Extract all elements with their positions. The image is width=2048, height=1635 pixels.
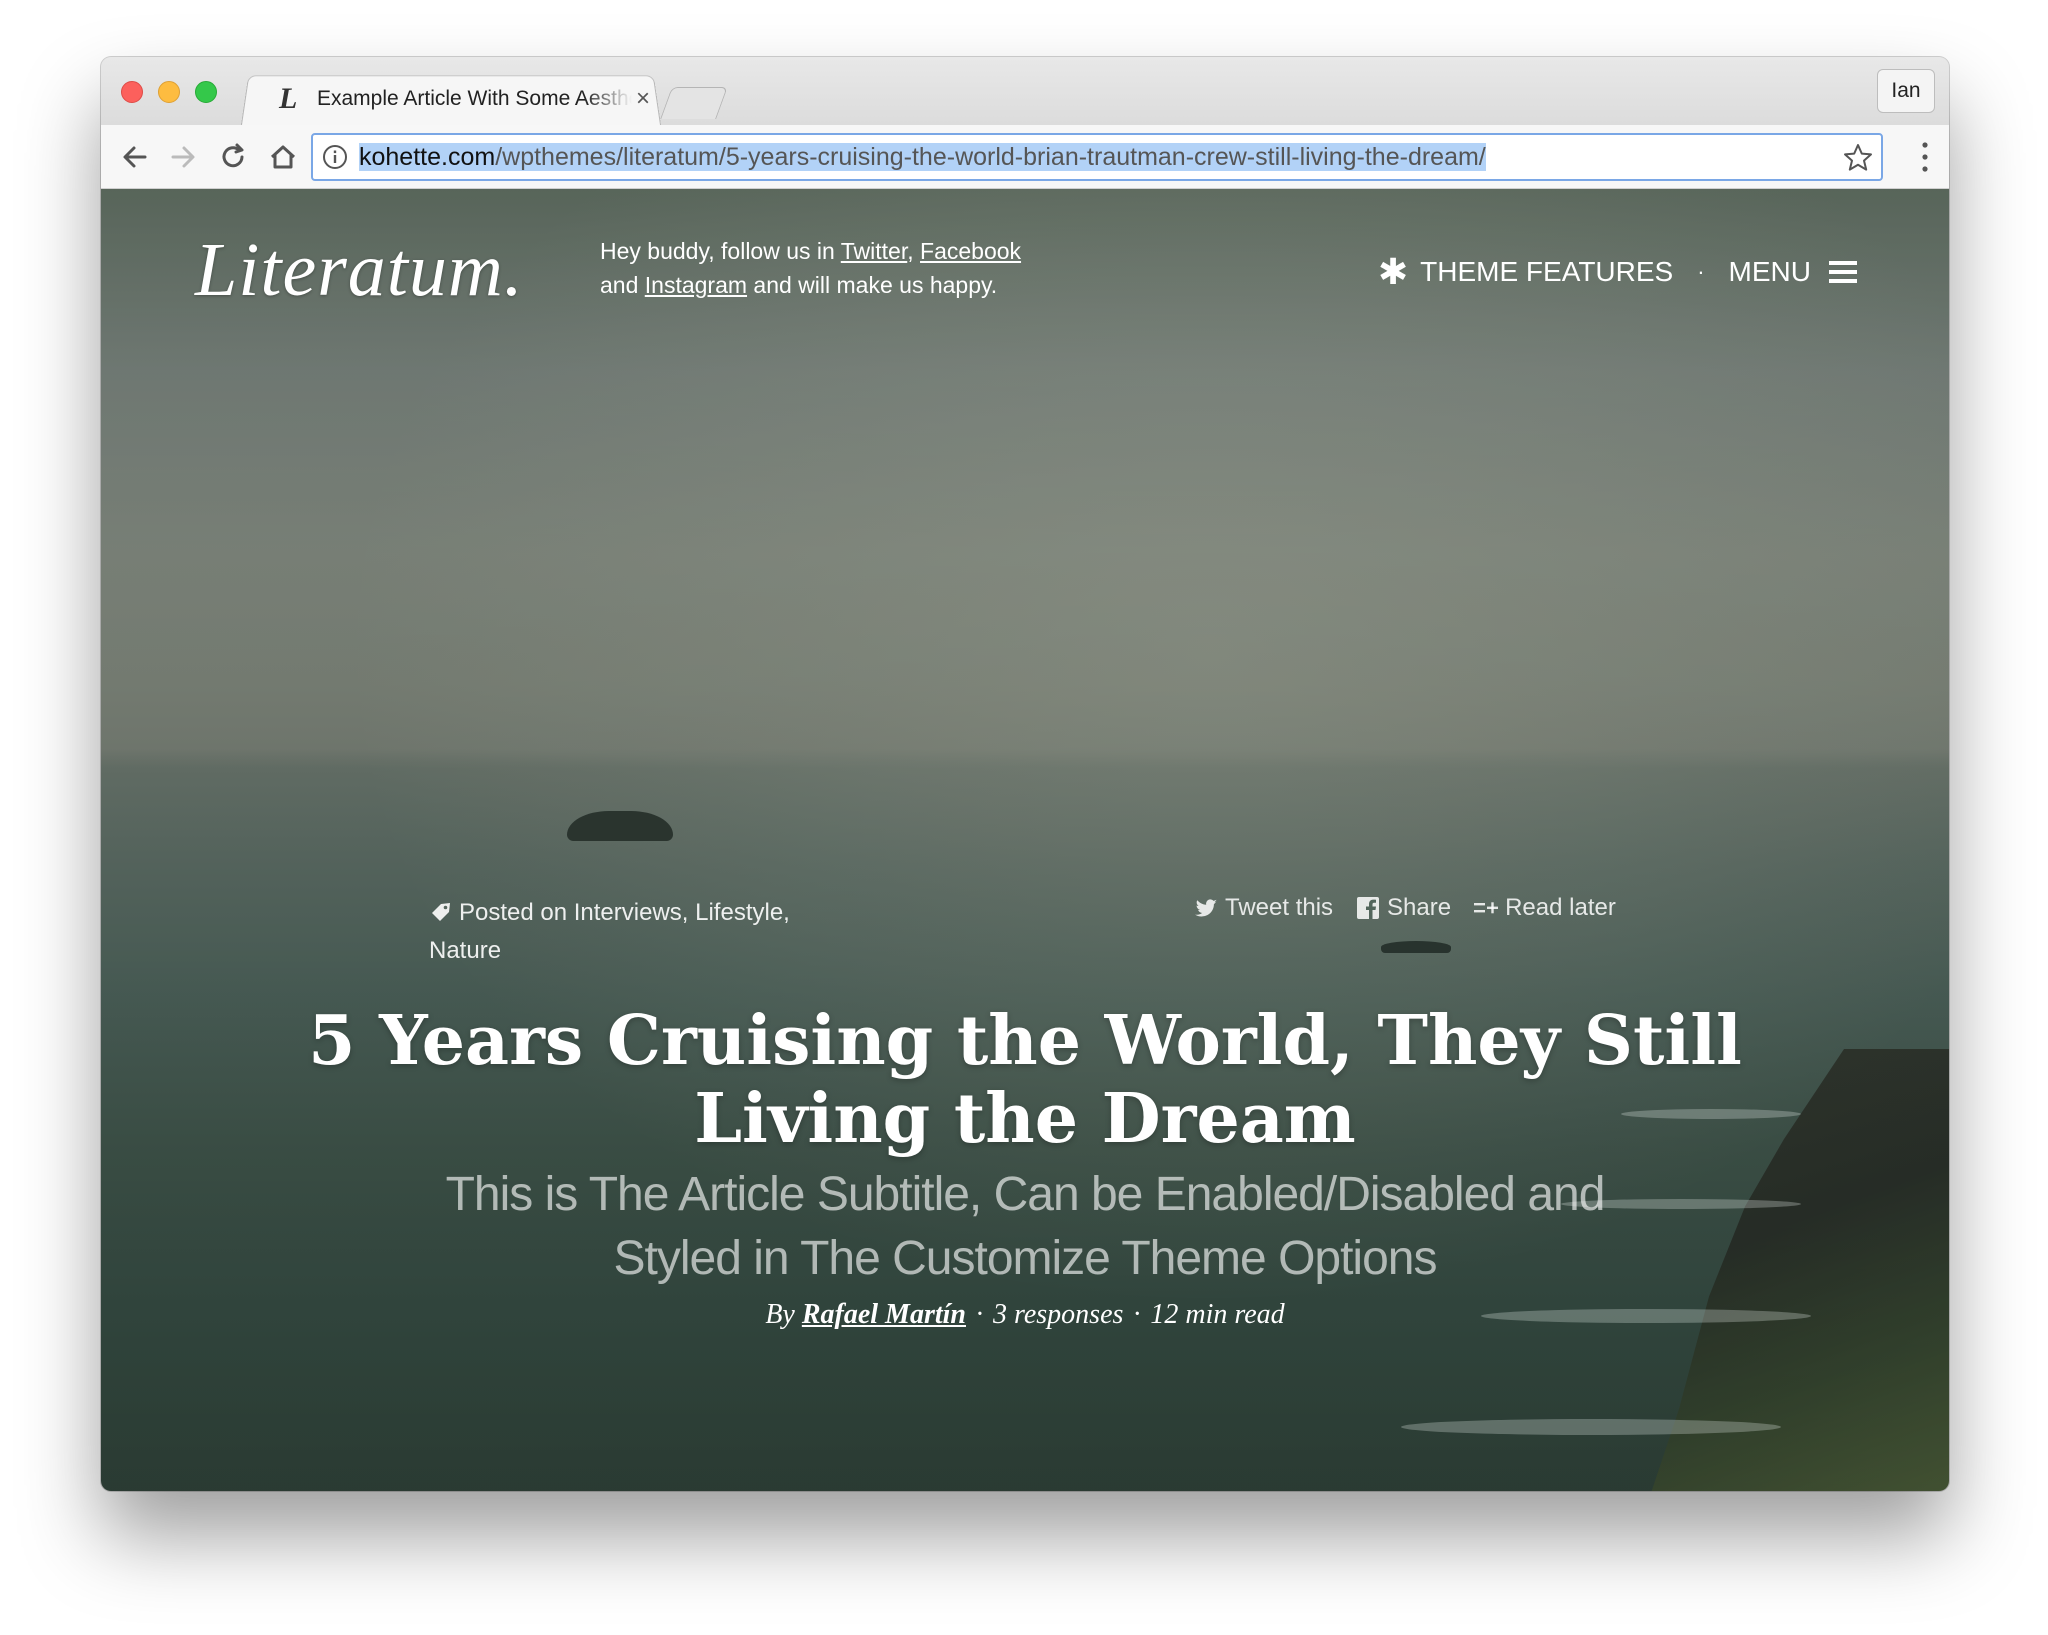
tweet-button[interactable]: Tweet this [1193, 894, 1333, 922]
responses-link[interactable]: 3 responses [993, 1299, 1123, 1330]
hamburger-icon[interactable] [1829, 261, 1857, 283]
home-button[interactable] [263, 137, 303, 177]
post-categories: Posted on Interviews, Lifestyle, Nature [429, 894, 849, 970]
tagline-prefix: Hey buddy, follow us in [600, 238, 841, 264]
facebook-share-button[interactable]: Share [1355, 894, 1451, 922]
article-byline: By Rafael Martín · 3 responses · 12 min read [101, 1299, 1949, 1331]
byline-separator: · [1133, 1299, 1141, 1330]
social-tagline: Hey buddy, follow us in Twitter, Faceboo… [600, 234, 1080, 302]
kebab-menu-icon[interactable] [1919, 139, 1931, 175]
author-link[interactable]: Rafael Martín [802, 1299, 966, 1330]
twitter-link[interactable]: Twitter [841, 238, 907, 264]
new-tab-button[interactable] [660, 87, 728, 119]
menu-button[interactable]: MENU [1729, 256, 1811, 288]
posted-prefix: Posted on [459, 899, 574, 926]
back-button[interactable] [115, 137, 155, 177]
tagline-comma: , [907, 238, 921, 264]
info-icon[interactable] [321, 143, 349, 171]
tagline-suffix: and will make us happy. [747, 272, 998, 298]
site-logo[interactable]: Literatum. [195, 227, 524, 314]
tab-close-icon[interactable]: × [636, 85, 650, 113]
browser-toolbar: kohette.com/wpthemes/literatum/5-years-c… [101, 125, 1949, 189]
forward-arrow-icon [171, 146, 195, 168]
read-later-icon [1474, 902, 1499, 914]
bookmark-star-icon[interactable] [1841, 141, 1875, 175]
tab-title: Example Article With Some Aesthetic [317, 87, 632, 110]
url-text: kohette.com/wpthemes/literatum/5-years-c… [359, 142, 1486, 172]
home-icon [270, 145, 296, 169]
browser-window: L Example Article With Some Aesthetic × … [101, 57, 1949, 1491]
facebook-link[interactable]: Facebook [920, 238, 1021, 264]
instagram-link[interactable]: Instagram [645, 272, 747, 298]
minimize-window-button[interactable] [158, 81, 180, 103]
forward-button[interactable] [163, 137, 203, 177]
byline-separator: · [975, 1299, 983, 1330]
tag-icon [432, 903, 450, 921]
address-bar[interactable]: kohette.com/wpthemes/literatum/5-years-c… [311, 133, 1883, 181]
url-domain: kohette.com [359, 142, 496, 171]
url-path: /wpthemes/literatum/5-years-cruising-the… [495, 142, 1486, 171]
byline-by: By [765, 1299, 802, 1330]
hero-section: Literatum. Hey buddy, follow us in Twitt… [101, 189, 1949, 1491]
share-bar: Tweet this Share Read later [1193, 894, 1638, 922]
read-time: 12 min read [1150, 1299, 1285, 1330]
browser-tab[interactable]: L Example Article With Some Aesthetic × [259, 73, 659, 125]
nav-separator: · [1697, 259, 1705, 284]
top-navigation: ✱ THEME FEATURES · MENU [1378, 251, 1857, 293]
close-window-button[interactable] [121, 81, 143, 103]
article-subtitle: This is The Article Subtitle, Can be Ena… [445, 1168, 1606, 1285]
share-label: Share [1387, 894, 1452, 921]
reload-button[interactable] [213, 137, 253, 177]
facebook-icon [1357, 897, 1380, 919]
zoom-window-button[interactable] [195, 81, 217, 103]
read-later-label: Read later [1505, 894, 1616, 921]
theme-features-link[interactable]: THEME FEATURES [1420, 256, 1673, 288]
article-title: 5 Years Cruising the World, They Still L… [308, 1001, 1742, 1159]
tweet-label: Tweet this [1225, 894, 1334, 921]
twitter-bird-icon [1195, 899, 1217, 917]
read-later-button[interactable]: Read later [1473, 894, 1616, 922]
asterisk-icon: ✱ [1377, 251, 1409, 292]
tagline-and: and [600, 272, 645, 298]
back-arrow-icon [123, 146, 147, 168]
reload-icon [222, 143, 244, 168]
tab-favicon-icon: L [279, 82, 298, 115]
hero-content: Literatum. Hey buddy, follow us in Twitt… [101, 189, 1949, 1491]
profile-button[interactable]: Ian [1877, 69, 1935, 113]
title-bar: L Example Article With Some Aesthetic × … [101, 57, 1949, 125]
